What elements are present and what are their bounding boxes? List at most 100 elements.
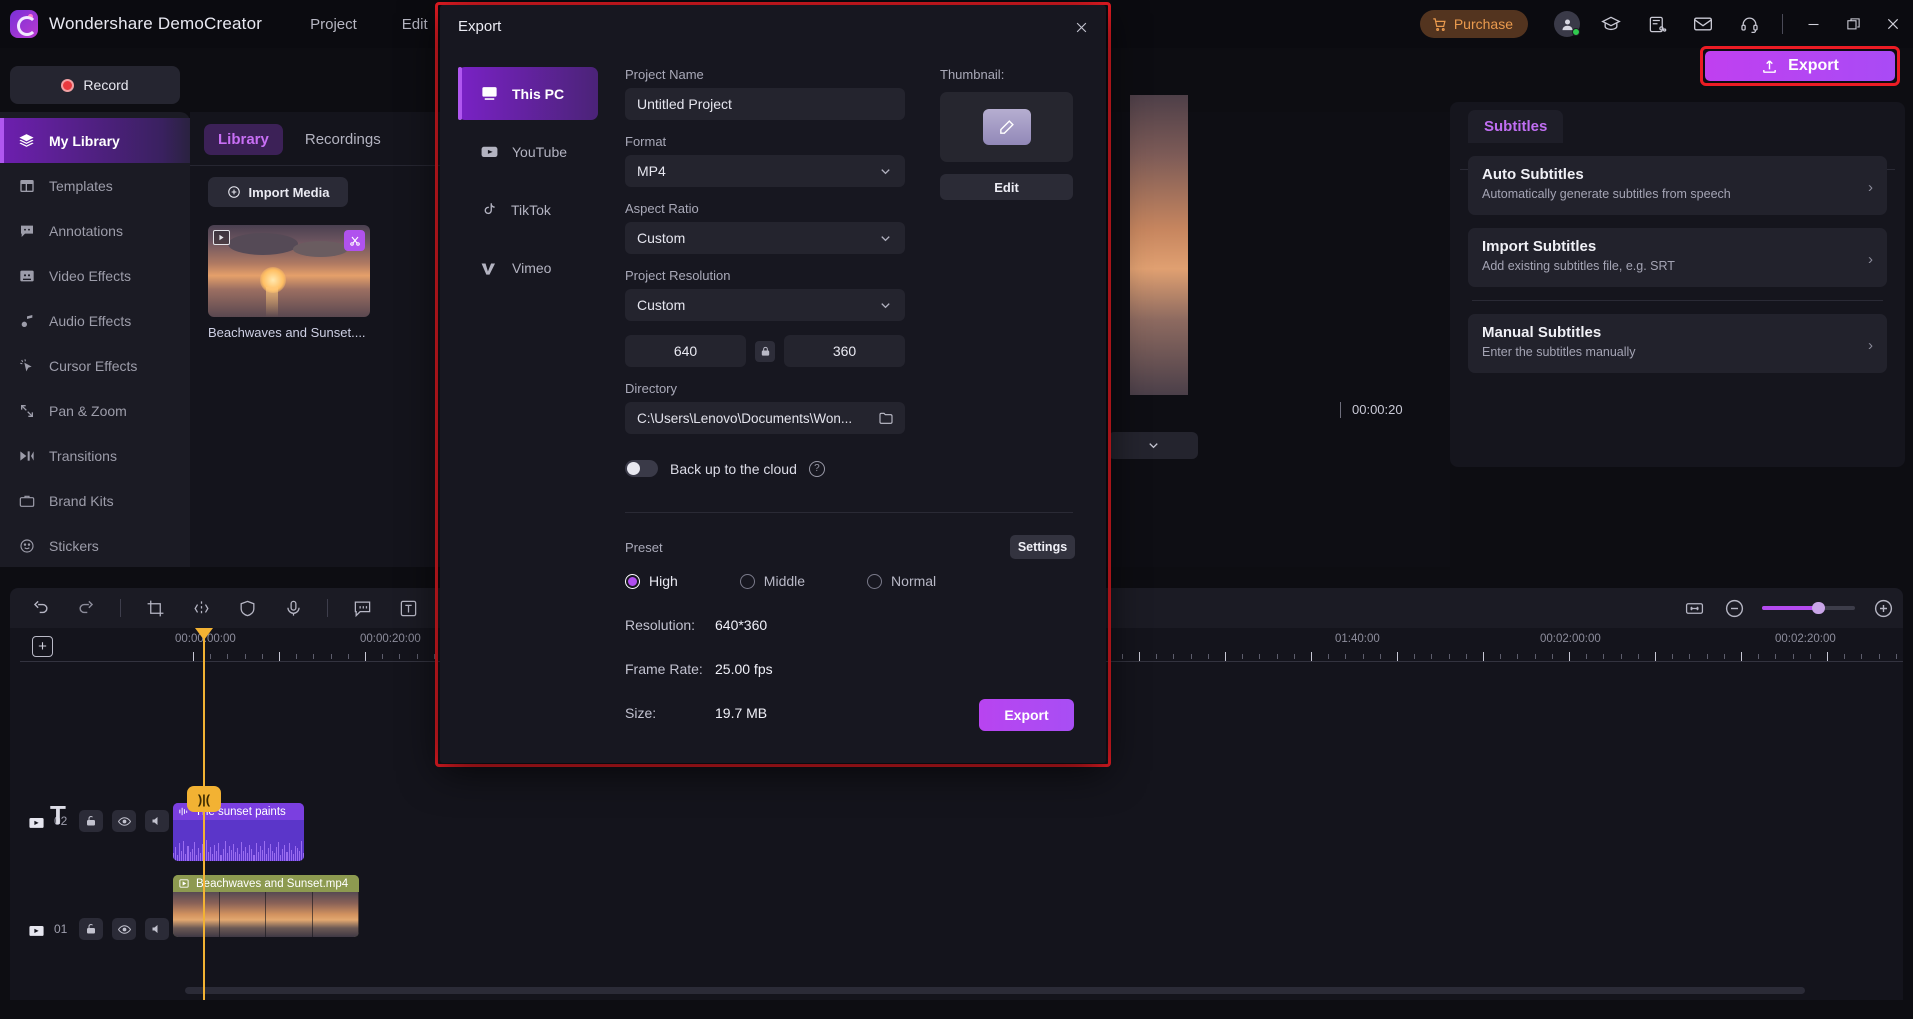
aspect-ratio-select[interactable]: Custom — [625, 222, 905, 254]
info-value: 19.7 MB — [715, 705, 768, 721]
track-mute-button[interactable] — [145, 918, 169, 940]
thumbnail-edit-button[interactable]: Edit — [940, 174, 1073, 200]
aspect-lock-icon[interactable] — [755, 340, 775, 362]
thumbnail-section: Thumbnail: Edit — [940, 67, 1073, 200]
cloud-backup-toggle[interactable] — [625, 460, 658, 477]
shortcuts-icon[interactable] — [1642, 9, 1672, 39]
preset-option-high[interactable]: High — [625, 573, 678, 589]
track-lock-button[interactable] — [79, 918, 103, 940]
sidebar-item-pan-zoom[interactable]: Pan & Zoom — [0, 388, 190, 433]
zoom-slider-knob[interactable] — [1812, 602, 1825, 614]
card-title: Import Subtitles — [1482, 238, 1597, 255]
sidebar-item-audio-effects[interactable]: Audio Effects — [0, 298, 190, 343]
redo-icon[interactable] — [74, 596, 98, 620]
ai-scissors-icon[interactable] — [344, 230, 365, 251]
format-select[interactable]: MP4 — [625, 155, 905, 187]
account-avatar-icon[interactable] — [1554, 11, 1580, 37]
track-lock-button[interactable] — [79, 810, 103, 832]
sidebar-item-templates[interactable]: Templates — [0, 163, 190, 208]
shield-icon[interactable] — [235, 596, 259, 620]
menu-item-edit[interactable]: Edit — [402, 16, 428, 33]
menu-item-project[interactable]: Project — [310, 16, 357, 33]
play-icon — [179, 879, 189, 888]
timeline-playhead[interactable] — [195, 628, 213, 1000]
preview-time-divider — [1340, 402, 1341, 418]
sidebar-item-brand-kits[interactable]: Brand Kits — [0, 478, 190, 523]
window-minimize-button[interactable] — [1793, 0, 1833, 48]
sidebar-item-my-library[interactable]: My Library — [0, 118, 190, 163]
vimeo-icon — [480, 258, 499, 277]
undo-icon[interactable] — [28, 596, 52, 620]
app-logo-icon — [10, 10, 38, 38]
folder-icon[interactable] — [878, 410, 894, 426]
project-name-label: Project Name — [625, 67, 704, 82]
ruler-label: 00:00:20:00 — [360, 633, 421, 645]
mail-icon[interactable] — [1688, 9, 1718, 39]
track-mute-button[interactable] — [145, 810, 169, 832]
tab-library[interactable]: Library — [204, 124, 283, 155]
preset-option-label: Normal — [891, 573, 937, 589]
auto-subtitles-card[interactable]: Auto Subtitles Automatically generate su… — [1468, 156, 1887, 215]
record-button[interactable]: Record — [10, 66, 180, 104]
import-subtitles-card[interactable]: Import Subtitles Add existing subtitles … — [1468, 228, 1887, 287]
text-icon[interactable] — [396, 596, 420, 620]
timeline-zoom-slider[interactable] — [1762, 602, 1855, 614]
width-input[interactable]: 640 — [625, 335, 746, 367]
dialog-export-button[interactable]: Export — [979, 699, 1074, 731]
ruler-label: 01:40:00 — [1335, 633, 1380, 645]
help-icon[interactable]: ? — [808, 460, 825, 477]
split-icon[interactable] — [189, 596, 213, 620]
tutorials-icon[interactable] — [1596, 9, 1626, 39]
window-maximize-button[interactable] — [1833, 0, 1873, 48]
add-track-button[interactable]: + — [32, 636, 53, 657]
window-close-button[interactable] — [1873, 0, 1913, 48]
annotation-icon — [17, 221, 36, 240]
zoom-out-icon[interactable] — [1722, 596, 1746, 620]
sidebar-item-transitions[interactable]: Transitions — [0, 433, 190, 478]
height-input[interactable]: 360 — [784, 335, 905, 367]
ruler-label: 00:02:00:00 — [1540, 633, 1601, 645]
timeline-scrollbar[interactable] — [185, 987, 1805, 994]
destination-youtube[interactable]: YouTube — [458, 125, 598, 178]
export-top-button[interactable]: Export — [1705, 51, 1895, 81]
preset-option-normal[interactable]: Normal — [867, 573, 936, 589]
crop-icon[interactable] — [143, 596, 167, 620]
clip-title: Beachwaves and Sunset.mp4 — [196, 877, 349, 890]
caption-icon[interactable] — [350, 596, 374, 620]
media-item[interactable]: Beachwaves and Sunset.... — [208, 225, 370, 340]
preview-scale-dropdown[interactable] — [1108, 432, 1198, 459]
project-name-input[interactable]: Untitled Project — [625, 88, 905, 120]
support-headset-icon[interactable] — [1734, 9, 1764, 39]
track-visibility-button[interactable] — [112, 810, 136, 832]
microphone-icon[interactable] — [281, 596, 305, 620]
export-settings-form: Project Name Untitled Project Format MP4… — [625, 67, 905, 477]
cloud-backup-label: Back up to the cloud — [670, 460, 797, 477]
preset-option-middle[interactable]: Middle — [739, 573, 805, 589]
sidebar-item-cursor-effects[interactable]: Cursor Effects — [0, 343, 190, 388]
manual-subtitles-card[interactable]: Manual Subtitles Enter the subtitles man… — [1468, 314, 1887, 373]
project-resolution-select[interactable]: Custom — [625, 289, 905, 321]
top-right-tools: Purchase — [1419, 0, 1913, 48]
directory-input[interactable]: C:\Users\Lenovo\Documents\Won... — [625, 402, 905, 434]
split-marker-badge[interactable]: )|( — [187, 786, 221, 812]
fit-timeline-icon[interactable] — [1682, 596, 1706, 620]
settings-button[interactable]: Settings — [1010, 535, 1075, 559]
tab-recordings[interactable]: Recordings — [291, 124, 395, 155]
zoom-in-icon[interactable] — [1871, 596, 1895, 620]
close-icon[interactable] — [1070, 16, 1092, 38]
thumbnail-preview[interactable] — [940, 92, 1073, 162]
tab-subtitles[interactable]: Subtitles — [1468, 110, 1564, 143]
subtitles-panel: Subtitles Auto Subtitles Automatically g… — [1450, 102, 1905, 467]
track-visibility-button[interactable] — [112, 918, 136, 940]
purchase-button[interactable]: Purchase — [1419, 10, 1528, 38]
card-desc: Add existing subtitles file, e.g. SRT — [1482, 259, 1675, 273]
timeline-clip-video[interactable]: Beachwaves and Sunset.mp4 — [173, 875, 359, 937]
sidebar-item-stickers[interactable]: Stickers — [0, 523, 190, 568]
destination-vimeo[interactable]: Vimeo — [458, 241, 598, 294]
text-track-icon: T — [50, 800, 66, 830]
sidebar-item-annotations[interactable]: Annotations — [0, 208, 190, 253]
sidebar-item-video-effects[interactable]: Video Effects — [0, 253, 190, 298]
destination-tiktok[interactable]: TikTok — [458, 183, 598, 236]
import-media-button[interactable]: Import Media — [208, 177, 348, 207]
destination-this-pc[interactable]: This PC — [458, 67, 598, 120]
